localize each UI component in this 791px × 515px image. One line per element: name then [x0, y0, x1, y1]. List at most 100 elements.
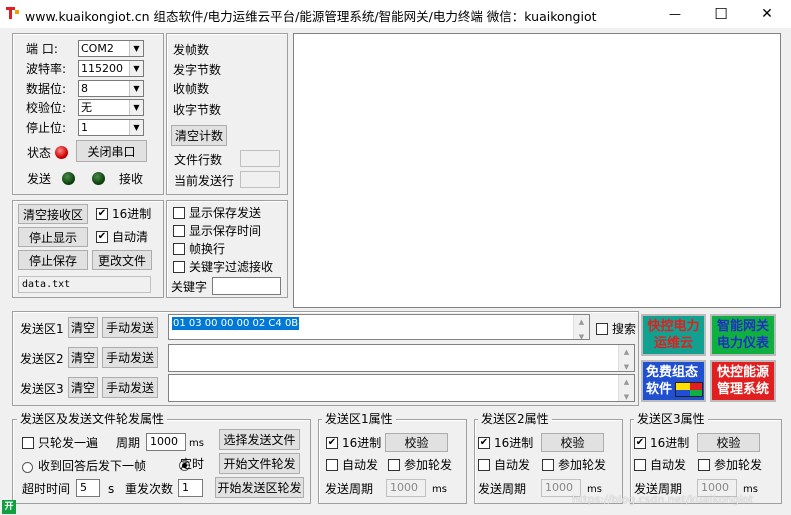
- recv-frames-label: 收帧数: [173, 82, 210, 96]
- receive-area[interactable]: [293, 33, 781, 308]
- colorful-blocks-icon: [675, 382, 703, 397]
- area-2-properties-title: 发送区2属性: [478, 411, 552, 427]
- timed-label: 定时: [180, 457, 205, 471]
- hex-recv-label: 16进制: [112, 207, 152, 221]
- current-line-field: [240, 171, 280, 188]
- start-area-poll-button[interactable]: 开始发送区轮发: [215, 477, 304, 498]
- recv-next-radio[interactable]: [22, 462, 33, 473]
- send-area-2-input[interactable]: ▲ ▼: [168, 344, 635, 372]
- status-label: 状态: [27, 146, 52, 160]
- databits-label: 数据位:: [26, 82, 67, 96]
- sent-bytes-label: 发字节数: [173, 63, 222, 77]
- area-2-auto-send-checkbox[interactable]: [478, 459, 490, 471]
- send-area-2-clear-button[interactable]: 清空: [68, 347, 98, 368]
- area-1-hex-checkbox[interactable]: ✔: [326, 437, 338, 449]
- area-2-hex-checkbox[interactable]: ✔: [478, 437, 490, 449]
- frame-newline-label: 帧换行: [189, 242, 226, 256]
- chevron-down-icon: ▼: [129, 81, 143, 96]
- parity-select[interactable]: 无 ▼: [78, 99, 144, 116]
- keyword-filter-checkbox[interactable]: [173, 261, 185, 273]
- send-area-1-input[interactable]: 01 03 00 00 00 02 C4 0B ▲ ▼: [168, 314, 590, 340]
- area-3-join-poll-label: 参加轮发: [714, 458, 763, 472]
- send-area-1-selected-text: 01 03 00 00 00 02 C4 0B: [172, 317, 300, 330]
- send-area-1-clear-button[interactable]: 清空: [68, 317, 98, 338]
- stopbits-select[interactable]: 1 ▼: [78, 119, 144, 136]
- ad-smart-gateway[interactable]: 智能网关电力仪表: [710, 314, 776, 356]
- watermark-text: https://blog.csdn.net/kuaikongiot: [572, 493, 754, 506]
- area-2-period-label: 发送周期: [478, 482, 527, 496]
- clear-count-button[interactable]: 清空计数: [171, 125, 227, 146]
- area-1-join-poll-checkbox[interactable]: [388, 459, 400, 471]
- send-area-3-clear-button[interactable]: 清空: [68, 377, 98, 398]
- recv-indicator-label: 接收: [119, 172, 144, 186]
- sent-frames-label: 发帧数: [173, 43, 210, 57]
- send-area-3-scrollbar[interactable]: ▲ ▼: [618, 375, 634, 401]
- area-2-checksum-button[interactable]: 校验: [541, 433, 604, 452]
- close-port-button[interactable]: 关闭串口: [76, 140, 147, 162]
- send-area-2-send-button[interactable]: 手动发送: [102, 347, 158, 368]
- area-1-period-input: 1000: [386, 479, 426, 497]
- send-indicator-label: 发送: [27, 172, 52, 186]
- frame-newline-checkbox[interactable]: [173, 243, 185, 255]
- hex-recv-checkbox[interactable]: ✔: [96, 208, 108, 220]
- recv-next-label: 收到回答后发下一帧: [38, 459, 147, 473]
- area-3-checksum-button[interactable]: 校验: [697, 433, 760, 452]
- area-3-hex-checkbox[interactable]: ✔: [634, 437, 646, 449]
- poll-properties-title: 发送区及发送文件轮发属性: [17, 411, 168, 427]
- select-send-file-button[interactable]: 选择发送文件: [219, 429, 300, 450]
- retry-input[interactable]: 1: [178, 479, 203, 497]
- area-1-properties-title: 发送区1属性: [322, 411, 396, 427]
- send-area-2-scrollbar[interactable]: ▲ ▼: [618, 345, 634, 371]
- ad-power-ops-cloud[interactable]: 快控电力运维云: [641, 314, 706, 356]
- keyword-label: 关键字: [171, 280, 208, 294]
- clear-receive-button[interactable]: 清空接收区: [18, 204, 88, 224]
- send-area-1-scrollbar[interactable]: ▲ ▼: [573, 315, 589, 339]
- auto-clear-checkbox[interactable]: ✔: [96, 231, 108, 243]
- area-2-auto-send-label: 自动发: [494, 458, 531, 472]
- area-3-auto-send-label: 自动发: [650, 458, 687, 472]
- port-label: 端 口:: [26, 42, 58, 56]
- show-save-send-checkbox[interactable]: [173, 207, 185, 219]
- poll-period-label: 周期: [116, 436, 141, 450]
- timeout-input[interactable]: 5: [76, 479, 100, 497]
- ad-energy-management[interactable]: 快控能源管理系统: [710, 360, 776, 402]
- send-area-3-input[interactable]: ▲ ▼: [168, 374, 635, 402]
- parity-label: 校验位:: [26, 101, 67, 115]
- status-open-icon: 开: [2, 500, 16, 514]
- status-led-icon: [55, 146, 68, 159]
- close-icon: ✕: [761, 6, 773, 22]
- search-label: 搜索: [612, 322, 637, 336]
- send-area-1-label: 发送区1: [20, 322, 64, 336]
- poll-period-input[interactable]: 1000: [146, 433, 186, 451]
- save-filename-field[interactable]: data.txt: [18, 276, 151, 293]
- poll-period-unit: ms: [189, 438, 204, 449]
- keyword-input[interactable]: [212, 277, 281, 295]
- stop-save-button[interactable]: 停止保存: [18, 250, 88, 270]
- file-lines-field: [240, 150, 280, 167]
- send-area-3-send-button[interactable]: 手动发送: [102, 377, 158, 398]
- show-save-time-checkbox[interactable]: [173, 225, 185, 237]
- send-area-3-label: 发送区3: [20, 382, 64, 396]
- auto-clear-label: 自动清: [112, 230, 149, 244]
- area-1-auto-send-checkbox[interactable]: [326, 459, 338, 471]
- change-file-button[interactable]: 更改文件: [92, 250, 152, 270]
- area-3-join-poll-checkbox[interactable]: [698, 459, 710, 471]
- area-1-checksum-button[interactable]: 校验: [385, 433, 448, 452]
- start-file-poll-button[interactable]: 开始文件轮发: [219, 453, 300, 474]
- search-checkbox[interactable]: [596, 323, 608, 335]
- only-once-checkbox[interactable]: [22, 437, 34, 449]
- minimize-button[interactable]: —: [652, 0, 698, 28]
- area-3-auto-send-checkbox[interactable]: [634, 459, 646, 471]
- maximize-button[interactable]: ☐: [698, 0, 744, 28]
- area-2-join-poll-checkbox[interactable]: [542, 459, 554, 471]
- keyword-filter-label: 关键字过滤接收: [189, 260, 274, 274]
- stop-display-button[interactable]: 停止显示: [18, 227, 88, 247]
- baud-select[interactable]: 115200 ▼: [78, 60, 144, 77]
- retry-label: 重发次数: [125, 482, 174, 496]
- databits-select[interactable]: 8 ▼: [78, 80, 144, 97]
- send-area-1-send-button[interactable]: 手动发送: [102, 317, 158, 338]
- port-select[interactable]: COM2 ▼: [78, 40, 144, 57]
- close-button[interactable]: ✕: [744, 0, 790, 28]
- area-3-hex-label: 16进制: [650, 436, 690, 450]
- timeout-unit: s: [108, 482, 115, 496]
